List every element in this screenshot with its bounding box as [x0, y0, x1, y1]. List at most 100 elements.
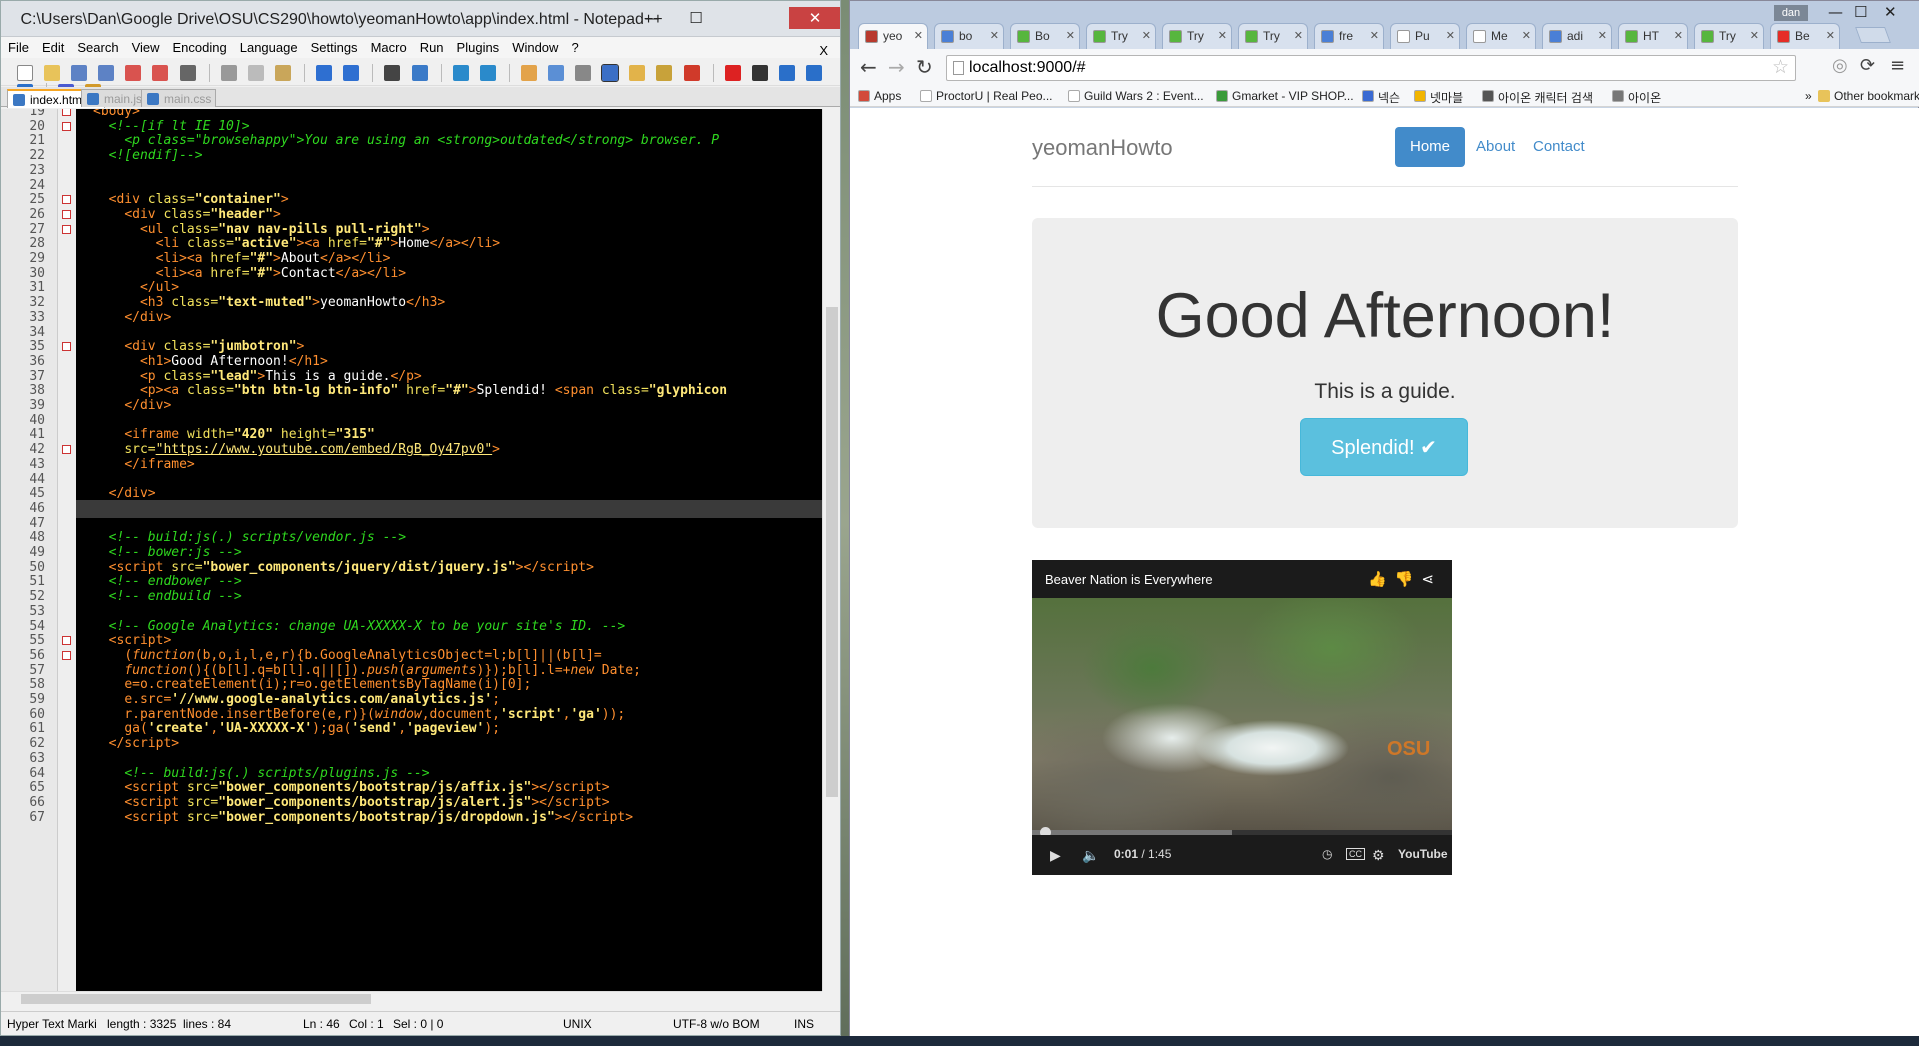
nav-pill-contact[interactable]: Contact [1518, 127, 1600, 167]
extension-icon[interactable]: ◎ [1832, 55, 1848, 76]
browser-tab[interactable]: bo ✕ [934, 23, 1004, 49]
browser-tab[interactable]: HT ✕ [1618, 23, 1688, 49]
close-file-icon[interactable] [125, 64, 142, 81]
minimize-button[interactable]: — [633, 7, 671, 29]
like-icon[interactable]: 👍 [1368, 571, 1395, 588]
doc-map-icon[interactable] [656, 64, 673, 81]
fold-marker-icon[interactable] [62, 121, 71, 131]
fold-marker-icon[interactable] [62, 650, 71, 660]
bookmark-item[interactable]: Guild Wars 2 : Event... [1068, 89, 1204, 103]
fold-marker-icon[interactable] [62, 195, 71, 205]
scroll-thumb[interactable] [21, 994, 371, 1004]
paste-icon[interactable] [274, 64, 291, 81]
watch-later-icon[interactable]: ◷ [1322, 847, 1332, 861]
play-icon[interactable]: ▶ [1050, 847, 1061, 864]
tab-close-icon[interactable]: ✕ [1294, 29, 1303, 42]
code-line[interactable]: 67 <script src="bower_components/bootstr… [1, 809, 822, 827]
horizontal-scrollbar[interactable] [1, 991, 822, 1005]
tab-close-icon[interactable]: ✕ [1598, 29, 1607, 42]
menu-item-run[interactable]: Run [413, 37, 450, 55]
fold-marker-icon[interactable] [62, 224, 71, 234]
sync-icon[interactable]: ⟳ [1860, 55, 1875, 76]
record-macro-icon[interactable] [724, 64, 741, 81]
bookmark-item[interactable]: 넥슨 [1362, 89, 1400, 106]
bookmark-item[interactable]: Gmarket - VIP SHOP... [1216, 89, 1354, 103]
indent-guide-icon[interactable] [601, 63, 620, 82]
bookmark-item[interactable]: Apps [858, 89, 901, 103]
menu-item-edit[interactable]: Edit [35, 37, 70, 55]
settings-gear-icon[interactable]: ⚙ [1372, 847, 1385, 864]
npp-titlebar[interactable]: C:\Users\Dan\Google Drive\OSU\CS290\howt… [1, 1, 840, 37]
undo-icon[interactable] [316, 64, 333, 81]
menu-item-settings[interactable]: Settings [304, 37, 364, 55]
maximize-button[interactable]: ☐ [677, 7, 715, 29]
youtube-logo[interactable]: YouTube [1398, 847, 1448, 861]
back-arrow-icon[interactable]: ← [860, 55, 877, 79]
browser-tab[interactable]: Bo ✕ [1010, 23, 1080, 49]
reload-icon[interactable]: ↻ [916, 55, 933, 79]
copy-icon[interactable] [247, 64, 264, 81]
show-all-chars-icon[interactable] [575, 64, 592, 81]
zoom-in-icon[interactable] [452, 64, 469, 81]
minimize-button[interactable]: — [1828, 3, 1843, 21]
browser-tab[interactable]: Be ✕ [1770, 23, 1840, 49]
maximize-button[interactable]: ☐ [1854, 3, 1867, 21]
run-macro-icon[interactable] [806, 64, 822, 81]
save-all-icon[interactable] [98, 64, 115, 81]
redo-icon[interactable] [343, 64, 360, 81]
print-icon[interactable] [179, 64, 196, 81]
splendid-button[interactable]: Splendid! ✔ [1300, 418, 1468, 476]
tab-close-icon[interactable]: ✕ [1826, 29, 1835, 42]
tab-close-icon[interactable]: ✕ [1142, 29, 1151, 42]
find-icon[interactable] [384, 64, 401, 81]
open-file-icon[interactable] [44, 64, 61, 81]
file-tab[interactable]: main.css [141, 89, 217, 107]
browser-tab[interactable]: fre ✕ [1314, 23, 1384, 49]
zoom-out-icon[interactable] [479, 64, 496, 81]
menu-item-search[interactable]: Search [70, 37, 124, 55]
forward-arrow-icon[interactable]: → [888, 55, 905, 79]
lang-icon[interactable] [629, 64, 646, 81]
tab-close-icon[interactable]: ✕ [1066, 29, 1075, 42]
dislike-icon[interactable]: 👎 [1395, 571, 1422, 588]
profile-badge[interactable]: dan [1774, 5, 1808, 21]
new-file-icon[interactable] [17, 64, 33, 81]
word-wrap-icon[interactable] [548, 64, 565, 81]
captions-icon[interactable]: CC [1346, 848, 1365, 860]
bookmark-item[interactable]: ProctorU | Real Peo... [920, 89, 1053, 103]
browser-tab[interactable]: Try ✕ [1162, 23, 1232, 49]
code-text[interactable]: <script src="bower_components/bootstrap/… [93, 809, 633, 827]
tab-close-icon[interactable]: ✕ [914, 29, 923, 42]
close-doc-button[interactable]: X [812, 40, 834, 58]
fold-marker-icon[interactable] [62, 209, 71, 219]
bookmark-item[interactable]: 아이온 캐릭터 검색 [1482, 89, 1593, 106]
replace-icon[interactable] [411, 64, 428, 81]
address-bar[interactable]: localhost:9000/# ☆ [946, 55, 1796, 81]
browser-tab[interactable]: Me ✕ [1466, 23, 1536, 49]
menu-item-file[interactable]: File [1, 37, 35, 55]
sync-scroll-icon[interactable] [520, 64, 537, 81]
youtube-embed[interactable]: Beaver Nation is Everywhere 👍👎⋖ OSU ▶ 🔈 … [1032, 560, 1452, 875]
browser-tab[interactable]: adi ✕ [1542, 23, 1612, 49]
browser-tab[interactable]: Try ✕ [1694, 23, 1764, 49]
close-all-icon[interactable] [152, 64, 169, 81]
fold-marker-icon[interactable] [62, 342, 71, 352]
nav-pill-home[interactable]: Home [1395, 127, 1466, 167]
file-tab[interactable]: main.js [81, 89, 148, 107]
menu-item-plugins[interactable]: Plugins [450, 37, 506, 55]
bookmark-item[interactable]: 넷마블 [1414, 89, 1463, 106]
bookmarks-overflow-button[interactable]: » [1805, 89, 1812, 103]
menu-item-window[interactable]: Window [505, 37, 564, 55]
menu-item-help[interactable]: ? [564, 37, 584, 55]
browser-tab[interactable]: Pu ✕ [1390, 23, 1460, 49]
video-frame[interactable] [1032, 598, 1452, 830]
close-button[interactable]: ✕ [1884, 3, 1897, 21]
browser-tab[interactable]: yeo ✕ [858, 23, 928, 49]
play-macro-icon[interactable] [778, 64, 795, 81]
menu-item-view[interactable]: View [125, 37, 166, 55]
cut-icon[interactable] [220, 64, 237, 81]
tab-close-icon[interactable]: ✕ [1370, 29, 1379, 42]
tab-close-icon[interactable]: ✕ [1750, 29, 1759, 42]
fold-marker-icon[interactable] [62, 445, 71, 455]
menu-item-encoding[interactable]: Encoding [166, 37, 233, 55]
